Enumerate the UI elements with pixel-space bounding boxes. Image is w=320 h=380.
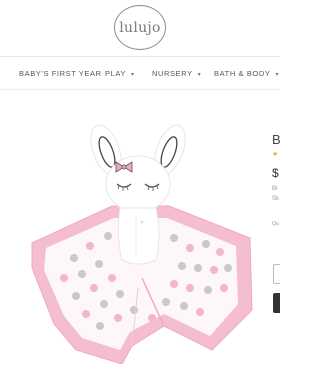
nav-item-babys-first-year[interactable]: BABY'S FIRST YEAR [19, 69, 102, 78]
product-brand-text: Br [272, 186, 278, 192]
add-to-cart-button[interactable] [273, 293, 280, 313]
main-nav: BABY'S FIRST YEAR PLAY ▾ NURSERY ▾ BATH & … [0, 58, 280, 90]
chevron-down-icon: ▾ [197, 72, 202, 78]
quantity-input[interactable] [273, 264, 280, 284]
quantity-label: Qu [272, 221, 279, 227]
site-header: lulujo [0, 0, 280, 57]
rating-stars[interactable]: ★ [272, 150, 278, 158]
nav-item-bath-body[interactable]: BATH & BODY ▾ [214, 69, 279, 78]
nav-item-label: BABY'S FIRST YEAR [19, 69, 102, 78]
nav-item-label: PLAY [105, 69, 127, 78]
nav-item-nursery[interactable]: NURSERY ▾ [152, 69, 201, 78]
chevron-down-icon: ▾ [275, 72, 280, 78]
bunny-lovey-icon [31, 124, 253, 365]
nav-item-play[interactable]: PLAY ▾ [105, 69, 135, 78]
nav-item-label: NURSERY [152, 69, 193, 78]
logo[interactable]: lulujo [114, 5, 166, 50]
logo-text: lulujo [119, 19, 161, 36]
chevron-down-icon: ▾ [131, 72, 135, 78]
nav-item-label: BATH & BODY [214, 69, 271, 78]
product-sku-text: Sk [272, 196, 280, 202]
product-image[interactable] [24, 118, 262, 365]
product-title: B [272, 132, 280, 147]
product-price: $ [272, 166, 279, 180]
product-details-panel: B ★ $ Br Sk Qu [272, 90, 280, 380]
